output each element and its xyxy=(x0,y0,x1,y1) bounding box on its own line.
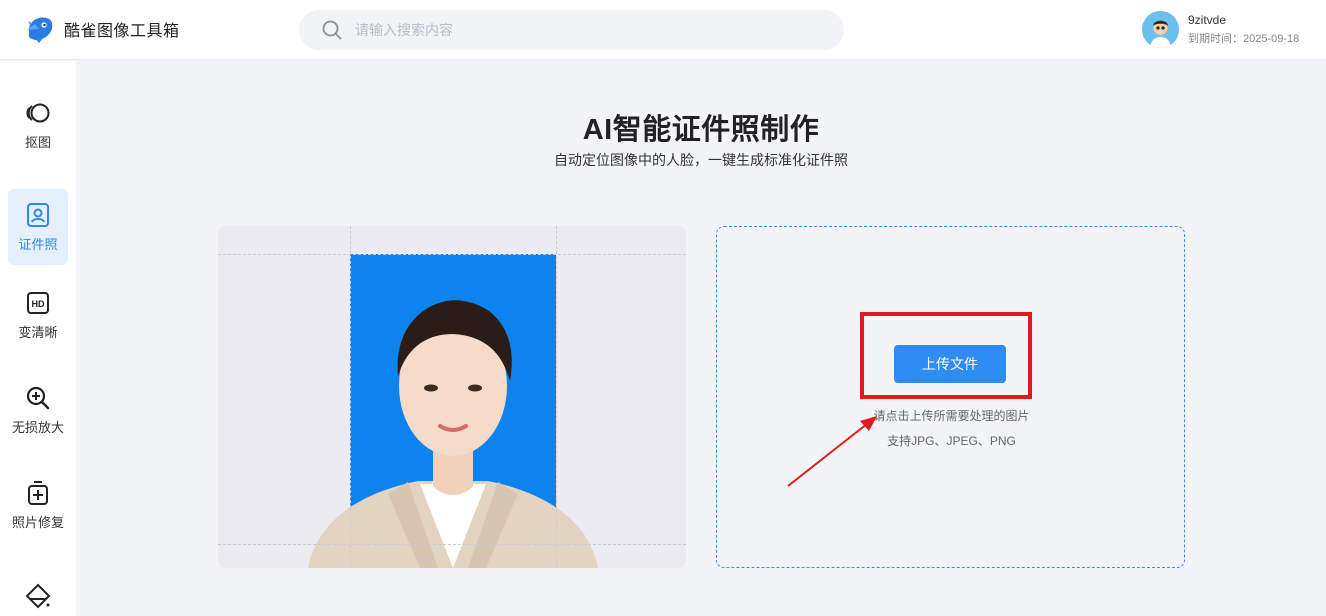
app-logo[interactable]: 酷雀图像工具箱 xyxy=(25,14,180,44)
search-input[interactable] xyxy=(355,22,795,38)
guide-line xyxy=(556,226,557,568)
avatar[interactable] xyxy=(1142,11,1179,48)
photo-repair-icon xyxy=(28,480,48,505)
sidebar: 抠图 证件照 HD 变清晰 无损放大 照片修复 xyxy=(0,61,76,616)
eraser-icon xyxy=(25,583,51,609)
sidebar-item-label: 变清晰 xyxy=(18,324,58,340)
top-header: 酷雀图像工具箱 9zitvde 到期时间：2025-09-18 xyxy=(0,0,1326,60)
hd-icon: HD xyxy=(27,291,49,314)
guide-line xyxy=(218,254,686,255)
app-title: 酷雀图像工具箱 xyxy=(64,23,180,40)
upload-dropzone[interactable]: 上传文件 请点击上传所需要处理的图片 支持JPG、JPEG、PNG xyxy=(716,226,1185,568)
page-title: AI智能证件照制作 xyxy=(582,114,820,146)
guide-line xyxy=(218,544,686,545)
sidebar-item-cutout[interactable]: 抠图 xyxy=(8,87,68,163)
sidebar-item-label: 无损放大 xyxy=(11,419,64,435)
id-photo-icon xyxy=(27,202,49,227)
page-subtitle: 自动定位图像中的人脸，一键生成标准化证件照 xyxy=(554,152,848,168)
upload-file-button[interactable]: 上传文件 xyxy=(894,345,1006,383)
sidebar-item-label: 证件照 xyxy=(18,236,58,252)
sidebar-item-eraser[interactable] xyxy=(8,561,68,616)
guide-line xyxy=(350,226,351,568)
example-id-photo xyxy=(218,226,686,568)
search-bar[interactable] xyxy=(299,10,844,50)
bird-logo-icon xyxy=(27,17,53,43)
sample-portrait xyxy=(308,300,598,568)
sidebar-item-label: 照片修复 xyxy=(11,514,64,530)
user-profile[interactable]: 9zitvde 到期时间：2025-09-18 xyxy=(1142,11,1299,48)
zoom-in-icon xyxy=(26,386,50,409)
user-avatar-icon xyxy=(1142,11,1179,48)
annotation-arrow-icon xyxy=(787,416,877,487)
user-info: 9zitvde 到期时间：2025-09-18 xyxy=(1188,13,1299,46)
expire-date: 到期时间：2025-09-18 xyxy=(1188,33,1300,45)
svg-text:HD: HD xyxy=(32,299,45,309)
cutout-icon xyxy=(26,103,50,122)
sidebar-item-photo-repair[interactable]: 照片修复 xyxy=(8,467,68,543)
sidebar-item-enhance[interactable]: HD 变清晰 xyxy=(8,277,68,353)
sidebar-item-id-photo[interactable]: 证件照 xyxy=(8,189,68,265)
user-name: 9zitvde xyxy=(1188,13,1227,27)
search-icon xyxy=(322,20,342,40)
sidebar-item-upscale[interactable]: 无损放大 xyxy=(8,372,68,448)
sidebar-item-label: 抠图 xyxy=(24,134,51,150)
